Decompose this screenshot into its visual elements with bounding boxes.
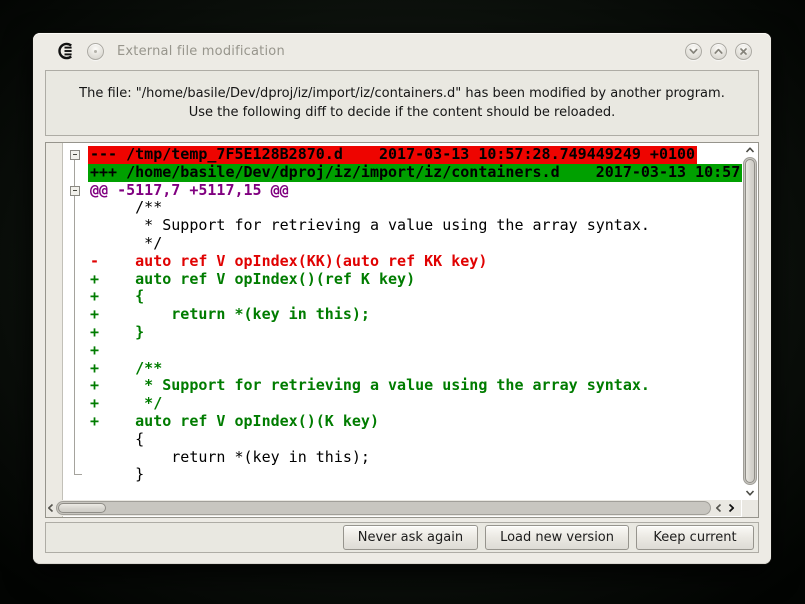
load-new-version-button[interactable]: Load new version: [485, 525, 629, 550]
fold-structure-line: [74, 160, 75, 475]
scroll-up-icon[interactable]: [744, 145, 756, 156]
horizontal-scrollbar-thumb[interactable]: [58, 503, 106, 513]
diff-line-text: --- /tmp/temp_7F5E128B2870.d 2017-03-13 …: [88, 146, 697, 164]
diff-line: + */: [88, 395, 742, 413]
diff-view[interactable]: --- /tmp/temp_7F5E128B2870.d 2017-03-13 …: [45, 142, 759, 518]
diff-line-text: - auto ref V opIndex(KK)(auto ref KK key…: [88, 253, 489, 271]
diff-line: + return *(key in this);: [88, 306, 742, 324]
fold-end-tick: [74, 474, 82, 475]
keep-current-button[interactable]: Keep current: [636, 525, 754, 550]
window-controls: [685, 43, 752, 60]
close-icon: [738, 46, 749, 57]
diff-line: */: [88, 235, 742, 253]
horizontal-scrollbar-track[interactable]: [56, 501, 711, 515]
scroll-right-icon[interactable]: [725, 502, 737, 514]
diff-line: --- /tmp/temp_7F5E128B2870.d 2017-03-13 …: [88, 146, 742, 164]
diff-line-text: + /**: [88, 360, 164, 378]
diff-line-text: +++ /home/basile/Dev/dproj/iz/import/iz/…: [88, 164, 742, 182]
diff-line-text: + auto ref V opIndex()(ref K key): [88, 271, 417, 289]
diff-line: + auto ref V opIndex()(K key): [88, 413, 742, 431]
diff-line-text: + {: [88, 288, 146, 306]
dot-icon: [94, 50, 97, 53]
scrollbar-corner: [742, 500, 758, 517]
chevron-up-icon: [713, 46, 724, 57]
message-line-1: The file: "/home/basile/Dev/dproj/iz/imp…: [79, 84, 725, 103]
diff-line-text: * Support for retrieving a value using t…: [88, 217, 652, 235]
diff-line: * Support for retrieving a value using t…: [88, 217, 742, 235]
diff-line: /**: [88, 199, 742, 217]
diff-line-text: + */: [88, 395, 164, 413]
diff-line: }: [88, 466, 742, 484]
diff-line-text: + auto ref V opIndex()(K key): [88, 413, 381, 431]
fold-margin: [64, 143, 89, 500]
diff-line: + }: [88, 324, 742, 342]
scroll-down-icon[interactable]: [744, 487, 756, 498]
vertical-scrollbar[interactable]: [743, 145, 757, 498]
scroll-left-icon[interactable]: [713, 502, 725, 514]
diff-line-text: return *(key in this);: [88, 449, 372, 467]
diff-line-text: /**: [88, 199, 164, 217]
diff-line: {: [88, 431, 742, 449]
footer-button-bar: Never ask again Load new version Keep curr…: [45, 522, 759, 553]
diff-line: + /**: [88, 360, 742, 378]
vertical-scrollbar-track[interactable]: [743, 157, 757, 485]
message-panel: The file: "/home/basile/Dev/dproj/iz/imp…: [45, 70, 759, 136]
diff-line: - auto ref V opIndex(KK)(auto ref KK key…: [88, 253, 742, 271]
maximize-button[interactable]: [710, 43, 727, 60]
diff-line: + {: [88, 288, 742, 306]
diff-line-text: + * Support for retrieving a value using…: [88, 377, 652, 395]
diff-line-text: */: [88, 235, 164, 253]
diff-line: +: [88, 342, 742, 360]
diff-line: +++ /home/basile/Dev/dproj/iz/import/iz/…: [88, 164, 742, 182]
window-title: External file modification: [117, 44, 285, 59]
diff-line-text: + return *(key in this);: [88, 306, 372, 324]
titlebar[interactable]: External file modification: [33, 33, 771, 69]
diff-line-text: +: [88, 342, 101, 360]
line-number-gutter: [46, 143, 63, 517]
horizontal-scrollbar[interactable]: [47, 500, 741, 516]
diff-line: + auto ref V opIndex()(ref K key): [88, 271, 742, 289]
close-button[interactable]: [735, 43, 752, 60]
diff-line: @@ -5117,7 +5117,15 @@: [88, 182, 742, 200]
message-line-2: Use the following diff to decide if the …: [189, 103, 616, 122]
diff-line-text: + }: [88, 324, 146, 342]
external-file-modification-dialog: External file modification The file: "/h…: [33, 33, 771, 564]
diff-text-layer: --- /tmp/temp_7F5E128B2870.d 2017-03-13 …: [88, 146, 742, 500]
diff-line-text: @@ -5117,7 +5117,15 @@: [88, 182, 291, 200]
fold-collapse-icon[interactable]: [70, 186, 80, 196]
fold-collapse-icon[interactable]: [70, 150, 80, 160]
window-menu-button[interactable]: [87, 43, 104, 60]
never-ask-again-button[interactable]: Never ask again: [343, 525, 478, 550]
diff-line: + * Support for retrieving a value using…: [88, 377, 742, 395]
diff-line-text: {: [88, 431, 146, 449]
vertical-scrollbar-thumb[interactable]: [745, 159, 755, 483]
diff-line-text: }: [88, 466, 146, 484]
chevron-down-icon: [688, 46, 699, 57]
coedit-logo-icon: [57, 42, 75, 60]
minimize-button[interactable]: [685, 43, 702, 60]
diff-line: return *(key in this);: [88, 449, 742, 467]
